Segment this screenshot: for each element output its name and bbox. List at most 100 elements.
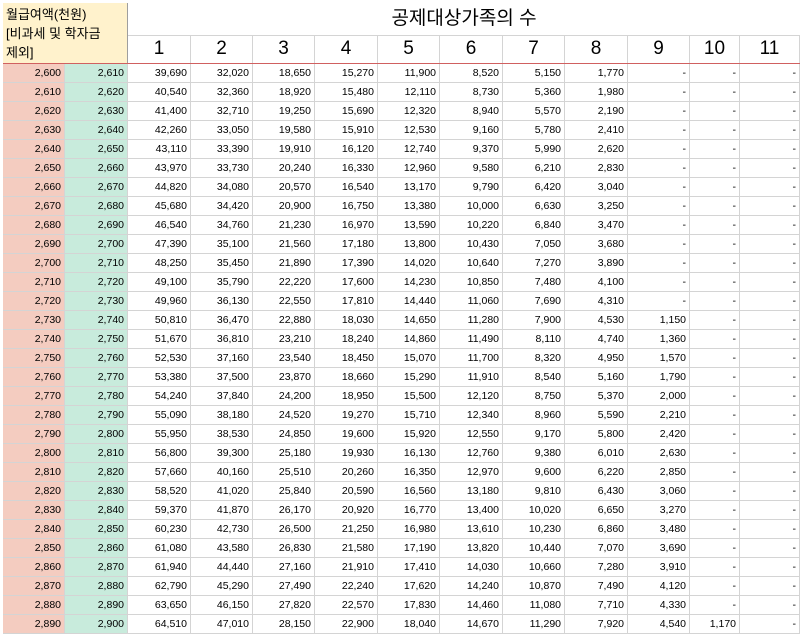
tax-amount-cell[interactable]: 9,810 <box>503 482 565 501</box>
tax-amount-cell[interactable]: 20,590 <box>315 482 378 501</box>
salary-upper-bound-cell[interactable]: 2,870 <box>65 558 128 577</box>
tax-amount-cell[interactable]: 5,360 <box>503 83 565 102</box>
tax-amount-cell[interactable]: 7,710 <box>565 596 628 615</box>
tax-amount-cell[interactable]: - <box>740 216 800 235</box>
tax-amount-cell[interactable]: 28,150 <box>253 615 315 634</box>
tax-amount-cell[interactable]: 2,830 <box>565 159 628 178</box>
tax-amount-cell[interactable]: 35,100 <box>191 235 253 254</box>
tax-amount-cell[interactable]: 7,490 <box>565 577 628 596</box>
tax-amount-cell[interactable]: 6,010 <box>565 444 628 463</box>
tax-amount-cell[interactable]: 12,740 <box>378 140 440 159</box>
tax-amount-cell[interactable]: - <box>690 178 740 197</box>
tax-amount-cell[interactable]: - <box>628 273 690 292</box>
tax-amount-cell[interactable]: 3,680 <box>565 235 628 254</box>
salary-upper-bound-cell[interactable]: 2,800 <box>65 425 128 444</box>
tax-amount-cell[interactable]: 14,670 <box>440 615 503 634</box>
tax-amount-cell[interactable]: 20,900 <box>253 197 315 216</box>
tax-amount-cell[interactable]: - <box>740 273 800 292</box>
tax-amount-cell[interactable]: 10,220 <box>440 216 503 235</box>
salary-upper-bound-cell[interactable]: 2,610 <box>65 64 128 83</box>
tax-amount-cell[interactable]: 11,280 <box>440 311 503 330</box>
tax-amount-cell[interactable]: 23,870 <box>253 368 315 387</box>
tax-amount-cell[interactable]: 34,760 <box>191 216 253 235</box>
tax-amount-cell[interactable]: 12,970 <box>440 463 503 482</box>
tax-amount-cell[interactable]: 2,630 <box>628 444 690 463</box>
tax-amount-cell[interactable]: 19,930 <box>315 444 378 463</box>
tax-amount-cell[interactable]: 3,060 <box>628 482 690 501</box>
column-header-5[interactable]: 5 <box>378 35 440 63</box>
tax-amount-cell[interactable]: - <box>690 159 740 178</box>
tax-amount-cell[interactable]: 12,110 <box>378 83 440 102</box>
tax-amount-cell[interactable]: 18,650 <box>253 64 315 83</box>
tax-amount-cell[interactable]: - <box>628 235 690 254</box>
tax-amount-cell[interactable]: 10,430 <box>440 235 503 254</box>
tax-amount-cell[interactable]: 10,020 <box>503 501 565 520</box>
tax-amount-cell[interactable]: - <box>690 482 740 501</box>
tax-amount-cell[interactable]: 27,490 <box>253 577 315 596</box>
tax-amount-cell[interactable]: 15,920 <box>378 425 440 444</box>
tax-amount-cell[interactable]: 14,230 <box>378 273 440 292</box>
tax-amount-cell[interactable]: - <box>628 64 690 83</box>
tax-amount-cell[interactable]: 16,120 <box>315 140 378 159</box>
tax-amount-cell[interactable]: - <box>690 292 740 311</box>
tax-amount-cell[interactable]: - <box>740 596 800 615</box>
tax-amount-cell[interactable]: 15,290 <box>378 368 440 387</box>
salary-upper-bound-cell[interactable]: 2,820 <box>65 463 128 482</box>
tax-amount-cell[interactable]: 9,170 <box>503 425 565 444</box>
tax-amount-cell[interactable]: 13,820 <box>440 539 503 558</box>
salary-upper-bound-cell[interactable]: 2,780 <box>65 387 128 406</box>
tax-amount-cell[interactable]: 17,180 <box>315 235 378 254</box>
tax-amount-cell[interactable]: - <box>690 235 740 254</box>
tax-amount-cell[interactable]: 2,620 <box>565 140 628 159</box>
tax-amount-cell[interactable]: 11,700 <box>440 349 503 368</box>
tax-amount-cell[interactable]: - <box>740 349 800 368</box>
tax-amount-cell[interactable]: 7,900 <box>503 311 565 330</box>
tax-amount-cell[interactable]: 22,240 <box>315 577 378 596</box>
tax-amount-cell[interactable]: 19,910 <box>253 140 315 159</box>
tax-amount-cell[interactable]: 57,660 <box>128 463 191 482</box>
tax-amount-cell[interactable]: 18,240 <box>315 330 378 349</box>
tax-amount-cell[interactable]: 1,770 <box>565 64 628 83</box>
tax-amount-cell[interactable]: 17,830 <box>378 596 440 615</box>
salary-upper-bound-cell[interactable]: 2,830 <box>65 482 128 501</box>
tax-amount-cell[interactable]: 5,160 <box>565 368 628 387</box>
tax-amount-cell[interactable]: 14,650 <box>378 311 440 330</box>
tax-amount-cell[interactable]: 6,630 <box>503 197 565 216</box>
salary-lower-bound-cell[interactable]: 2,710 <box>3 273 65 292</box>
tax-amount-cell[interactable]: 12,340 <box>440 406 503 425</box>
column-header-3[interactable]: 3 <box>253 35 315 63</box>
tax-amount-cell[interactable]: 27,820 <box>253 596 315 615</box>
salary-lower-bound-cell[interactable]: 2,640 <box>3 140 65 159</box>
tax-amount-cell[interactable]: 46,540 <box>128 216 191 235</box>
tax-amount-cell[interactable]: 19,580 <box>253 121 315 140</box>
tax-amount-cell[interactable]: 25,510 <box>253 463 315 482</box>
tax-amount-cell[interactable]: 41,870 <box>191 501 253 520</box>
tax-amount-cell[interactable]: 7,480 <box>503 273 565 292</box>
tax-amount-cell[interactable]: - <box>740 159 800 178</box>
salary-lower-bound-cell[interactable]: 2,630 <box>3 121 65 140</box>
tax-amount-cell[interactable]: 10,000 <box>440 197 503 216</box>
tax-amount-cell[interactable]: 32,360 <box>191 83 253 102</box>
tax-amount-cell[interactable]: 13,170 <box>378 178 440 197</box>
tax-amount-cell[interactable]: 43,970 <box>128 159 191 178</box>
tax-amount-cell[interactable]: - <box>628 121 690 140</box>
tax-amount-cell[interactable]: 26,170 <box>253 501 315 520</box>
tax-amount-cell[interactable]: 5,590 <box>565 406 628 425</box>
tax-amount-cell[interactable]: 9,370 <box>440 140 503 159</box>
tax-amount-cell[interactable]: 17,410 <box>378 558 440 577</box>
tax-amount-cell[interactable]: 45,290 <box>191 577 253 596</box>
tax-amount-cell[interactable]: 16,970 <box>315 216 378 235</box>
salary-lower-bound-cell[interactable]: 2,680 <box>3 216 65 235</box>
tax-amount-cell[interactable]: 8,730 <box>440 83 503 102</box>
tax-amount-cell[interactable]: - <box>628 140 690 159</box>
tax-amount-cell[interactable]: 61,940 <box>128 558 191 577</box>
salary-upper-bound-cell[interactable]: 2,860 <box>65 539 128 558</box>
tax-amount-cell[interactable]: 10,870 <box>503 577 565 596</box>
tax-amount-cell[interactable]: - <box>740 520 800 539</box>
tax-amount-cell[interactable]: 15,070 <box>378 349 440 368</box>
tax-amount-cell[interactable]: 13,590 <box>378 216 440 235</box>
salary-lower-bound-cell[interactable]: 2,860 <box>3 558 65 577</box>
tax-amount-cell[interactable]: 12,320 <box>378 102 440 121</box>
tax-amount-cell[interactable]: 25,180 <box>253 444 315 463</box>
tax-amount-cell[interactable]: 21,250 <box>315 520 378 539</box>
